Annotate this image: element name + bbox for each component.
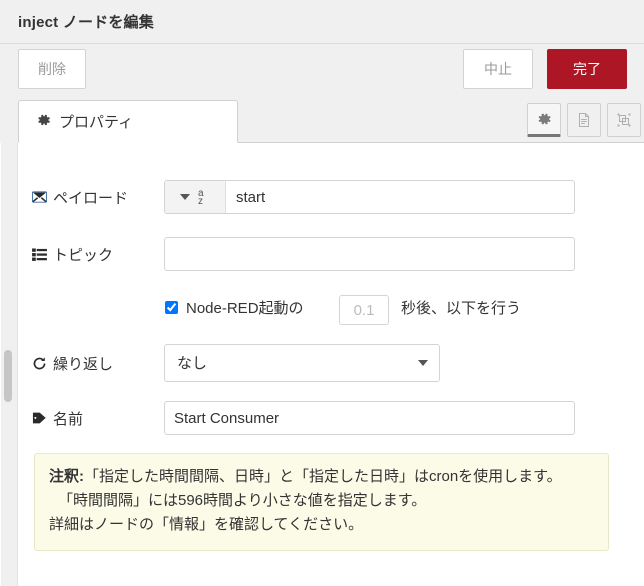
payload-value-input[interactable] [226, 181, 574, 213]
az-string-icon: az [198, 188, 204, 207]
payload-label: ペイロード [31, 180, 159, 214]
startup-text-after: 秒後、以下を行う [401, 300, 522, 317]
topic-label-text: トピック [53, 246, 114, 264]
description-document-icon[interactable] [567, 103, 601, 137]
dialog-title: inject ノードを編集 [18, 14, 154, 31]
note-line-2: 「時間間隔」には596時間より小さな値を指定します。 [58, 492, 427, 509]
topic-input[interactable] [164, 237, 575, 271]
row-name: 名前 [1, 401, 644, 435]
repeat-label-text: 繰り返し [53, 355, 114, 373]
repeat-select-wrap: なし [164, 344, 440, 382]
properties-form: ペイロード az start トピック Node-RED起動の 0.1 秒後、以… [0, 143, 644, 586]
startup-delay-input[interactable] [339, 295, 389, 325]
dialog-titlebar: inject ノードを編集 [0, 0, 644, 44]
tab-icon-buttons [527, 103, 641, 137]
startup-text-before: Node-RED起動の [186, 300, 304, 317]
dialog-tabs-row: プロパティ [0, 99, 644, 143]
row-payload: ペイロード az [1, 180, 644, 214]
properties-gear-icon[interactable] [527, 103, 561, 137]
edit-node-dialog: inject ノードを編集 削除 中止 完了 プロパティ ペイロード a z s… [0, 0, 644, 586]
note-line-3: 詳細はノードの「情報」を確認してください。 [49, 516, 364, 533]
note-box: 注釈:「指定した時間間隔、日時」と「指定した日時」はcronを使用します。 「時… [34, 453, 609, 551]
name-label: 名前 [31, 401, 159, 435]
note-heading: 注釈: [49, 468, 84, 485]
note-line-1: 注釈:「指定した時間間隔、日時」と「指定した日時」はcronを使用します。 [49, 465, 594, 489]
delete-button[interactable]: 削除 [18, 49, 86, 89]
tab-properties-label: プロパティ [59, 114, 134, 131]
gear-icon [37, 113, 51, 131]
row-startup-inject: Node-RED起動の 秒後、以下を行う [1, 295, 644, 325]
appearance-shape-icon[interactable] [607, 103, 641, 137]
payload-type-select[interactable]: az [165, 181, 226, 213]
row-repeat: 繰り返し なし [1, 344, 644, 382]
tag-icon [31, 411, 47, 425]
chevron-down-icon [180, 194, 190, 200]
repeat-label: 繰り返し [31, 344, 159, 382]
row-topic: トピック [1, 237, 644, 271]
cancel-button[interactable]: 中止 [463, 49, 533, 89]
topic-label: トピック [31, 237, 159, 271]
dialog-button-bar: 削除 中止 完了 [0, 45, 644, 99]
repeat-icon [31, 356, 47, 371]
tasks-list-icon [31, 247, 47, 261]
note-line-1-text: 「指定した時間間隔、日時」と「指定した日時」はcronを使用します。 [84, 468, 562, 485]
payload-typed-input: az [164, 180, 575, 214]
done-button[interactable]: 完了 [547, 49, 627, 89]
repeat-select[interactable]: なし [164, 344, 440, 382]
name-input[interactable] [164, 401, 575, 435]
startup-inject-checkbox[interactable] [165, 301, 178, 314]
name-label-text: 名前 [53, 410, 84, 428]
tab-strip: プロパティ [18, 99, 644, 143]
payload-label-text: ペイロード [53, 189, 129, 207]
envelope-icon [31, 191, 47, 203]
tab-properties[interactable]: プロパティ [18, 100, 238, 143]
